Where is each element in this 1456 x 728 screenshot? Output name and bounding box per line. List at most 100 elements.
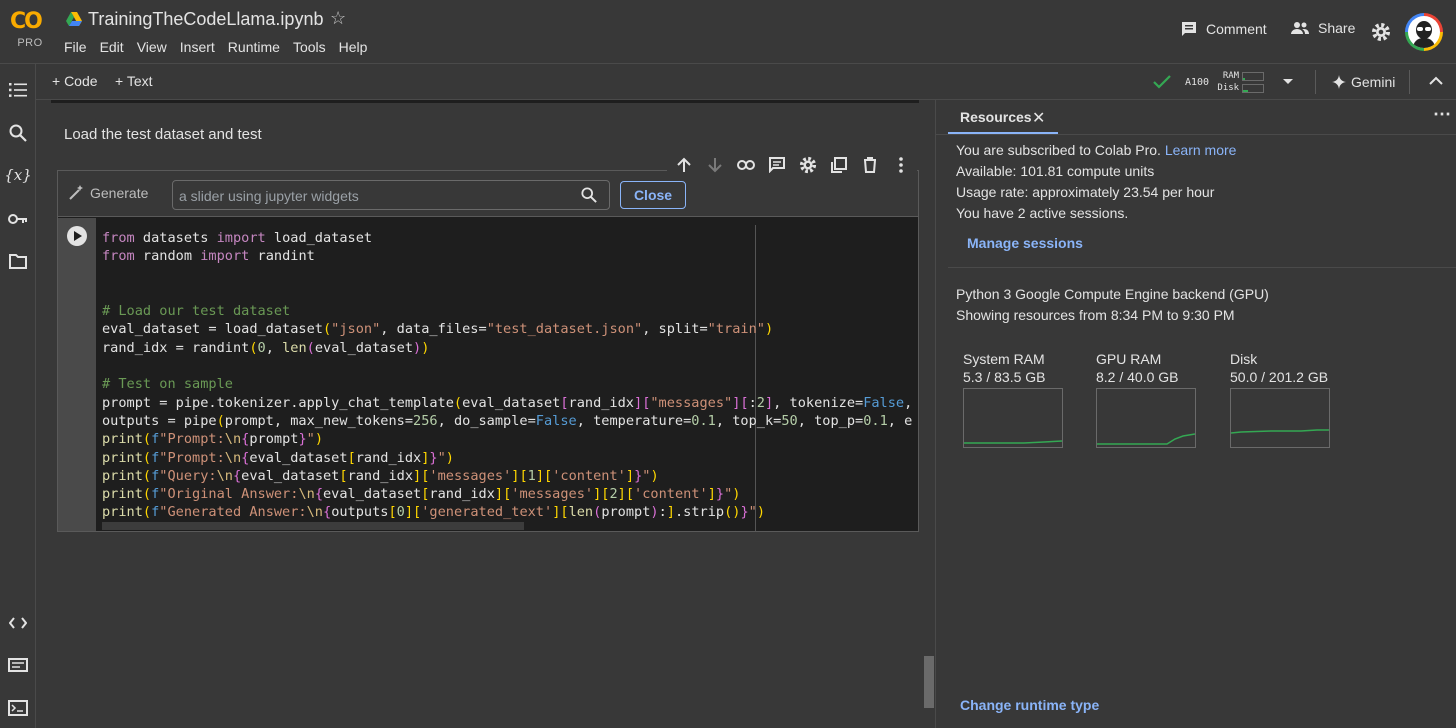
generate-button[interactable]: Generate [68, 185, 148, 201]
delete-trash-icon[interactable] [859, 155, 880, 176]
generate-label: Generate [90, 185, 149, 201]
menu-bar: File Edit View Insert Runtime Tools Help [64, 39, 380, 55]
link-icon[interactable] [735, 155, 756, 176]
notebook-vertical-scrollbar[interactable] [924, 656, 934, 708]
code-line: rand_idx = randint(0, len(eval_dataset)) [102, 339, 430, 356]
menu-tools[interactable]: Tools [293, 39, 326, 55]
runtime-status[interactable]: A100 RAM Disk [1153, 64, 1294, 100]
available-units: Available: 101.81 compute units [956, 163, 1155, 179]
backend-info: Python 3 Google Compute Engine backend (… [956, 286, 1269, 302]
code-line: eval_dataset = load_dataset("json", data… [102, 321, 774, 338]
menu-edit[interactable]: Edit [100, 39, 124, 55]
share-button[interactable]: Share [1290, 20, 1355, 36]
table-of-contents-icon[interactable] [6, 78, 30, 102]
gpu-usage-line [1097, 433, 1195, 445]
gpu-ram-gauge: GPU RAM 8.2 / 40.0 GB [1096, 350, 1196, 448]
command-palette-icon[interactable] [6, 653, 30, 677]
disk-label: Disk [1217, 83, 1240, 93]
active-sessions: You have 2 active sessions. [956, 205, 1129, 221]
code-line: # Load our test dataset [102, 303, 291, 320]
more-vert-icon[interactable] [890, 155, 911, 176]
learn-more-link[interactable]: Learn more [1165, 142, 1237, 158]
usage-chart [963, 388, 1063, 448]
connected-check-icon [1153, 75, 1171, 89]
close-generate-button[interactable]: Close [620, 181, 686, 209]
add-code-button[interactable]: + Code [52, 73, 98, 89]
user-avatar[interactable] [1405, 13, 1443, 51]
secrets-key-icon[interactable] [6, 207, 30, 231]
search-icon[interactable] [6, 121, 30, 145]
menu-help[interactable]: Help [339, 39, 368, 55]
subscription-line: You are subscribed to Colab Pro. Learn m… [956, 142, 1236, 158]
gemini-button[interactable]: Gemini [1332, 64, 1395, 100]
colab-logo[interactable]: CO PRO [10, 9, 50, 53]
code-snippets-icon[interactable] [6, 611, 30, 635]
gauge-label: Disk [1230, 351, 1258, 367]
menu-view[interactable]: View [137, 39, 167, 55]
variables-icon[interactable]: {x} [4, 163, 32, 187]
move-up-icon[interactable] [673, 155, 694, 176]
chevron-up-icon[interactable] [1429, 76, 1443, 86]
previous-cell-edge [51, 100, 919, 103]
google-drive-icon [66, 12, 82, 26]
code-line: print(f"Original Answer:\n{eval_dataset[… [102, 486, 741, 503]
comment-icon[interactable] [766, 155, 787, 176]
horizontal-scrollbar[interactable] [102, 522, 524, 530]
comment-icon [1182, 22, 1196, 36]
ram-usage-line [964, 440, 1062, 444]
generate-prompt-field[interactable] [172, 180, 610, 210]
disk-mini-bar [1242, 83, 1265, 93]
caret-down-icon[interactable] [1282, 78, 1294, 86]
logo-text: CO [10, 9, 43, 34]
text-cell[interactable]: Load the test dataset and test [64, 126, 262, 143]
ram-disk-meter: RAM Disk [1217, 70, 1265, 94]
usage-chart [1096, 388, 1196, 448]
share-label: Share [1318, 20, 1356, 36]
code-line: print(f"Prompt:\n{prompt}") [102, 431, 324, 448]
resources-panel: Resources ✕ ⋯ You are subscribed to Cola… [935, 100, 1456, 728]
code-line: from datasets import load_dataset [102, 230, 373, 246]
files-folder-icon[interactable] [6, 249, 30, 273]
settings-gear-icon[interactable] [1371, 22, 1391, 42]
menu-insert[interactable]: Insert [180, 39, 215, 55]
magic-wand-icon [69, 185, 83, 200]
terminal-icon[interactable] [6, 696, 30, 720]
code-line: from random import randint [102, 248, 315, 265]
divider [948, 267, 1456, 268]
code-line: print(f"Prompt:\n{eval_dataset[rand_idx]… [102, 449, 454, 466]
more-horiz-icon[interactable]: ⋯ [1433, 104, 1451, 125]
notebook-title[interactable]: TrainingTheCodeLlama.ipynb [88, 9, 323, 30]
move-down-icon[interactable] [704, 155, 725, 176]
menu-runtime[interactable]: Runtime [228, 39, 280, 55]
app-header: CO PRO TrainingTheCodeLlama.ipynb ☆ File… [0, 0, 1456, 64]
change-runtime-type-link[interactable]: Change runtime type [960, 697, 1099, 713]
search-icon[interactable] [581, 187, 597, 203]
system-ram-gauge: System RAM 5.3 / 83.5 GB [963, 350, 1063, 448]
menu-file[interactable]: File [64, 39, 87, 55]
star-icon[interactable]: ☆ [330, 8, 346, 29]
comment-button[interactable]: Comment [1180, 20, 1267, 38]
generate-prompt-input[interactable] [179, 186, 559, 206]
usage-chart [1230, 388, 1330, 448]
code-line: print(f"Generated Answer:\n{outputs[0]['… [102, 504, 766, 521]
code-line: # Test on sample [102, 376, 233, 393]
code-line: prompt = pipe.tokenizer.apply_chat_templ… [102, 394, 913, 411]
mirror-cell-icon[interactable] [828, 155, 849, 176]
run-cell-button[interactable] [67, 226, 87, 246]
usage-rate: Usage rate: approximately 23.54 per hour [956, 184, 1215, 200]
manage-sessions-link[interactable]: Manage sessions [967, 235, 1083, 251]
toolbar-divider [1315, 70, 1316, 94]
people-icon [1291, 22, 1309, 34]
add-text-button[interactable]: + Text [115, 73, 153, 89]
code-editor[interactable]: from datasets import load_datasetfrom ra… [102, 229, 916, 525]
disk-usage-line [1231, 429, 1329, 434]
colab-window: CO PRO TrainingTheCodeLlama.ipynb ☆ File… [0, 0, 1456, 728]
close-icon[interactable]: ✕ [1032, 108, 1045, 128]
resources-tab[interactable]: Resources [960, 109, 1032, 125]
cell-settings-gear-icon[interactable] [797, 155, 818, 176]
left-sidebar: {x} [0, 64, 36, 728]
time-range: Showing resources from 8:34 PM to 9:30 P… [956, 307, 1235, 323]
code-cell[interactable]: Generate Close from datasets import load… [57, 170, 919, 532]
code-line: outputs = pipe(prompt, max_new_tokens=25… [102, 412, 913, 429]
